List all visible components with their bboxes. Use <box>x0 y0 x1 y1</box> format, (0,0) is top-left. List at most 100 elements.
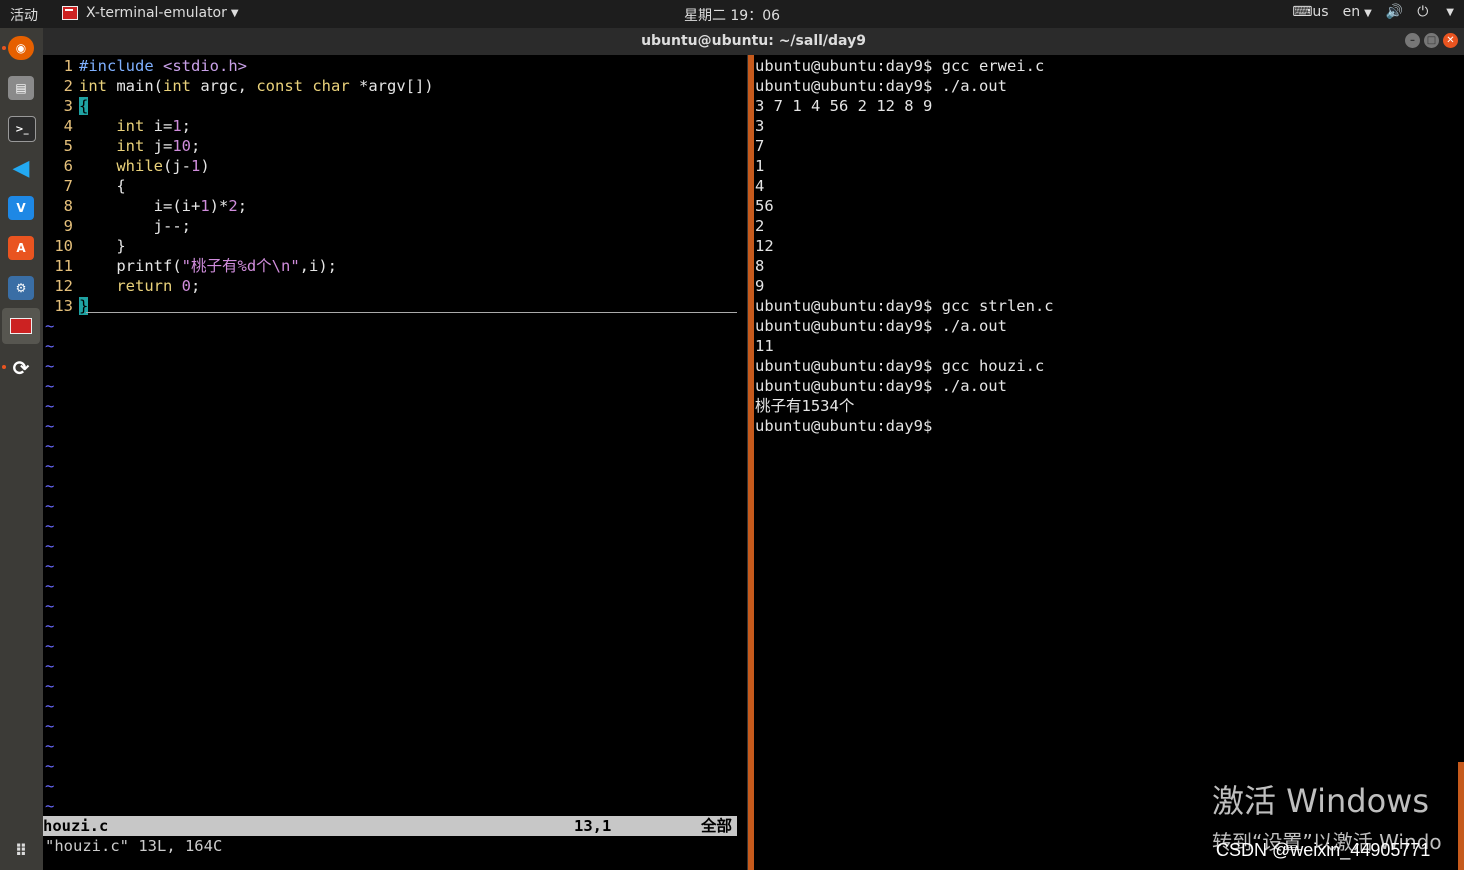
vim-editor-pane[interactable]: 1 #include <stdio.h> 2 int main(int argc, … <box>43 55 747 870</box>
scrollbar[interactable] <box>1458 762 1464 870</box>
tilde-line: ~ <box>45 337 55 355</box>
code-line: 11 printf("桃子有%d个\n",i); <box>54 257 337 275</box>
code-line: 2 int main(int argc, const char *argv[]) <box>63 77 434 95</box>
running-indicator <box>2 365 6 369</box>
app-menu-label: X-terminal-emulator <box>86 5 227 21</box>
vim-status-line: houzi.c 13,1 全部 <box>43 816 737 836</box>
firefox-icon[interactable]: ◉ <box>8 36 34 60</box>
caret-down-icon: ▼ <box>230 7 239 19</box>
code-line: 8 i=(i+1)*2; <box>63 197 248 215</box>
terminal-line: ubuntu@ubuntu:day9$ gcc strlen.c <box>755 297 1054 315</box>
vnc-icon[interactable]: V <box>8 196 34 220</box>
terminal-app-icon <box>62 6 78 20</box>
system-tray: ⌨us en ▼ 🔊 ⏻ ▼ <box>1292 4 1454 20</box>
terminal-line: ubuntu@ubuntu:day9$ ./a.out <box>755 317 1007 335</box>
tilde-line: ~ <box>45 437 55 455</box>
code-line: 10 } <box>54 237 126 255</box>
running-indicator <box>2 46 6 50</box>
software-center-icon[interactable]: A <box>8 236 34 260</box>
code-line: 5 int j=10; <box>63 137 201 155</box>
code-line: 3{ <box>63 97 89 115</box>
close-icon[interactable]: ✕ <box>1443 33 1458 48</box>
terminal-icon[interactable]: >_ <box>8 116 36 142</box>
code-line: 4 int i=1; <box>63 117 192 135</box>
files-icon[interactable]: ▤ <box>8 76 34 100</box>
tilde-line: ~ <box>45 617 55 635</box>
tilde-line: ~ <box>45 737 55 755</box>
terminal-line: 1 <box>755 157 765 175</box>
terminal-line: 4 <box>755 177 765 195</box>
keyboard-icon: ⌨ <box>1292 4 1313 20</box>
top-bar: 活动 X-terminal-emulator ▼ 星期二 19：06 ⌨us e… <box>0 0 1464 28</box>
terminal-line: ubuntu@ubuntu:day9$ gcc houzi.c <box>755 357 1045 375</box>
code-line: 9 j--; <box>63 217 191 235</box>
code-line: 12 return 0; <box>54 277 201 295</box>
tilde-line: ~ <box>45 797 55 815</box>
terminal-line: 8 <box>755 257 765 275</box>
tilde-line: ~ <box>45 757 55 775</box>
code-line: 7 { <box>63 177 126 195</box>
keyboard-layout[interactable]: ⌨us <box>1292 4 1328 20</box>
terminal-line: 2 <box>755 217 765 235</box>
volume-icon[interactable]: 🔊 <box>1386 4 1403 20</box>
tilde-line: ~ <box>45 317 55 335</box>
terminal-line: ubuntu@ubuntu:day9$ <box>755 417 933 435</box>
app-menu[interactable]: X-terminal-emulator ▼ <box>62 5 239 21</box>
network-icon[interactable]: ⚙ <box>8 276 34 300</box>
input-method[interactable]: en ▼ <box>1343 4 1372 20</box>
terminal-line: 12 <box>755 237 774 255</box>
terminal-line: 7 <box>755 137 765 155</box>
tilde-line: ~ <box>45 357 55 375</box>
terminal-line: 56 <box>755 197 774 215</box>
tilde-line: ~ <box>45 777 55 795</box>
tilde-line: ~ <box>45 597 55 615</box>
launcher-dock: ◉ ▤ >_ ◀ V A ⚙ ⟳ ⠿ <box>0 28 43 870</box>
shell-pane[interactable]: ubuntu@ubuntu:day9$ gcc erwei.c ubuntu@ub… <box>753 55 1464 870</box>
code-line: 1 #include <stdio.h> <box>63 57 247 75</box>
tilde-line: ~ <box>45 417 55 435</box>
tilde-line: ~ <box>45 697 55 715</box>
terminal-line: ubuntu@ubuntu:day9$ gcc erwei.c <box>755 57 1045 75</box>
show-apps-icon[interactable]: ⠿ <box>8 838 34 862</box>
code-line: 6 while(j-1) <box>63 157 210 175</box>
tilde-line: ~ <box>45 657 55 675</box>
cursor-line <box>86 312 737 313</box>
tilde-line: ~ <box>45 497 55 515</box>
terminal-line: 11 <box>755 337 774 355</box>
terminal-line: 3 7 1 4 56 2 12 8 9 <box>755 97 933 115</box>
tilde-line: ~ <box>45 557 55 575</box>
tilde-line: ~ <box>45 637 55 655</box>
terminal-line: 3 <box>755 117 765 135</box>
tilde-line: ~ <box>45 677 55 695</box>
x-terminal-icon[interactable] <box>2 308 40 344</box>
vim-message-line: "houzi.c" 13L, 164C <box>45 837 223 855</box>
update-icon[interactable]: ⟳ <box>8 356 34 380</box>
status-filename: houzi.c <box>43 817 109 835</box>
caret-down-icon[interactable]: ▼ <box>1446 7 1454 18</box>
tilde-line: ~ <box>45 457 55 475</box>
power-icon[interactable]: ⏻ <box>1417 4 1428 20</box>
window-title: ubuntu@ubuntu: ~/sall/day9 <box>641 33 866 49</box>
terminal-line: ubuntu@ubuntu:day9$ ./a.out <box>755 77 1007 95</box>
minimize-icon[interactable]: – <box>1405 33 1420 48</box>
code-line: 13} <box>54 297 89 315</box>
vscode-icon[interactable]: ◀ <box>8 156 34 181</box>
tilde-line: ~ <box>45 477 55 495</box>
window-controls: – □ ✕ <box>1405 33 1458 48</box>
terminal-line: 9 <box>755 277 765 295</box>
matching-brace: { <box>79 97 89 115</box>
window-title-bar: ubuntu@ubuntu: ~/sall/day9 – □ ✕ <box>43 28 1464 55</box>
tilde-line: ~ <box>45 537 55 555</box>
status-percent: 全部 <box>701 817 733 835</box>
tilde-line: ~ <box>45 717 55 735</box>
tilde-line: ~ <box>45 577 55 595</box>
maximize-icon[interactable]: □ <box>1424 33 1439 48</box>
activities-button[interactable]: 活动 <box>10 5 38 25</box>
caret-down-icon: ▼ <box>1364 8 1372 19</box>
csdn-watermark: CSDN @weixin_44905771 <box>1216 840 1431 860</box>
tilde-line: ~ <box>45 397 55 415</box>
tilde-line: ~ <box>45 377 55 395</box>
status-position: 13,1 <box>574 817 612 835</box>
terminal-line: ubuntu@ubuntu:day9$ ./a.out <box>755 377 1007 395</box>
terminal-line: 桃子有1534个 <box>755 397 855 415</box>
